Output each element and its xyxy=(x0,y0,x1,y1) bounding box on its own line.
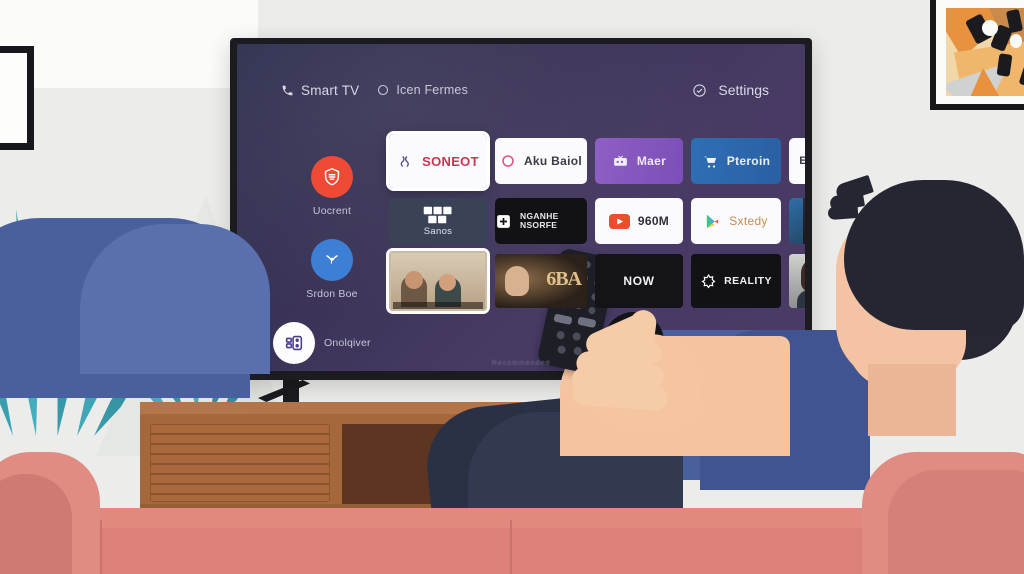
app-tile-soneot[interactable]: SONEOT Seeting xyxy=(386,131,490,191)
app-tile-pteroin[interactable]: Pteroin xyxy=(691,138,781,184)
app-label-pteroin: Pteroin xyxy=(726,154,771,168)
sidebar-label-srdon-boe: Srdon Boe xyxy=(306,288,358,300)
apps-row: SONEOT Seeting Aku Baiol xyxy=(386,131,805,191)
app-tile-thumbnail[interactable] xyxy=(789,198,805,244)
app-tile-sxtedy[interactable]: Sxtedy xyxy=(691,198,781,244)
topbar-label-smart-tv: Smart TV xyxy=(301,82,360,98)
topbar-item-icen-fermes[interactable]: Icen Fermes xyxy=(377,83,468,97)
play-rect-icon xyxy=(608,213,630,229)
television[interactable]: Smart TV Icen Fermes Settings Uocrent Sr… xyxy=(230,38,812,380)
sofa-arm-right-inner xyxy=(888,470,1024,574)
topbar-item-smart-tv[interactable]: Smart TV xyxy=(281,83,359,98)
tv-sidebar-rail: Uocrent Srdon Boe Onolqiver xyxy=(273,156,391,371)
content-tile-woman[interactable] xyxy=(789,254,805,308)
app-label-sxtedy: Sxtedy xyxy=(729,214,768,228)
shield-icon xyxy=(311,156,353,198)
monogram-icon xyxy=(397,153,414,170)
store-row: Sanos NGANHE NSORFE 960M Sxtedy xyxy=(389,198,805,244)
topbar-left-group: Smart TV Icen Fermes xyxy=(281,83,468,98)
content-label-6ba: 6BA xyxy=(546,268,582,290)
sidebar-item-srdon-boe[interactable]: Srdon Boe xyxy=(273,239,391,300)
tv-stand-neck xyxy=(283,378,299,402)
app-tile-aku-baiol[interactable]: Aku Baiol xyxy=(495,138,587,184)
tv-content-rows: SONEOT Seeting Aku Baiol xyxy=(386,131,805,321)
hair-front xyxy=(844,180,1024,330)
abstract-art-icon xyxy=(946,8,1024,96)
app-label-aku-baiol: Aku Baiol xyxy=(523,154,583,168)
app-label-nganhe: NGANHE NSORFE xyxy=(520,210,559,230)
tv-screen[interactable]: Smart TV Icen Fermes Settings Uocrent Sr… xyxy=(237,44,805,371)
content-tile-reality[interactable]: REALITY xyxy=(691,254,781,308)
app-tile-eove[interactable]: Eove xyxy=(789,138,805,184)
content-tile-two-men[interactable] xyxy=(386,248,490,314)
app-tile-maer[interactable]: Maer xyxy=(595,138,683,184)
wall-highlight xyxy=(0,0,258,88)
app-tile-sanos[interactable]: Sanos xyxy=(389,198,487,244)
app-label-maer: Maer xyxy=(636,154,667,168)
app-label-sanos: Sanos xyxy=(423,225,453,237)
tv-topbar: Smart TV Icen Fermes Settings xyxy=(281,78,769,102)
apps-grid-icon xyxy=(273,322,315,364)
tiles-icon xyxy=(423,206,453,224)
sidebar-label-uocrent: Uocrent xyxy=(312,205,352,217)
thumbnail-icon xyxy=(803,198,805,244)
person-head xyxy=(820,174,1024,436)
frame-mat xyxy=(0,53,27,143)
sidebar-item-onolqiver[interactable]: Onolqiver xyxy=(273,322,391,364)
sofa-cushion-divider xyxy=(100,520,102,574)
frame-mat xyxy=(936,0,1024,104)
content-row: 6BA NOW REALITY xyxy=(386,248,805,314)
console-louver-door[interactable] xyxy=(150,424,330,502)
smart-tv-home-ui: Smart TV Icen Fermes Settings Uocrent Sr… xyxy=(237,44,805,371)
wall-frame-left xyxy=(0,46,34,150)
wall-frame-right xyxy=(930,0,1024,110)
content-label-now: NOW xyxy=(623,274,655,288)
star-burst-icon xyxy=(700,273,717,290)
app-tile-nganhe[interactable]: NGANHE NSORFE xyxy=(495,198,587,244)
app-label-soneot: SONEOT xyxy=(422,153,479,169)
sidebar-label-onolqiver: Onolqiver xyxy=(324,337,371,349)
tv-footer-text: Recommended xyxy=(491,360,551,367)
sidebar-item-uocrent[interactable]: Uocrent xyxy=(273,156,391,217)
topbar-label-icen-fermes: Icen Fermes xyxy=(396,83,469,97)
content-label-reality: REALITY xyxy=(724,275,772,287)
phone-icon xyxy=(281,84,294,97)
neck xyxy=(868,364,956,436)
plus-box-icon xyxy=(495,213,512,230)
circle-icon xyxy=(377,84,389,96)
topbar-label-settings: Settings xyxy=(718,82,769,98)
app-tile-960m[interactable]: 960M xyxy=(595,198,683,244)
living-room-scene: Smart TV Icen Fermes Settings Uocrent Sr… xyxy=(0,0,1024,574)
content-tile-6ba[interactable]: 6BA xyxy=(495,254,587,308)
hair-tuft xyxy=(827,204,859,221)
ring-icon xyxy=(500,153,516,169)
cart-icon xyxy=(702,153,719,170)
topbar-settings[interactable]: Settings xyxy=(692,82,769,98)
app-label-960m: 960M xyxy=(637,214,670,228)
content-tile-now[interactable]: NOW xyxy=(595,254,683,308)
sofa-cushion-divider xyxy=(510,520,512,574)
cast-icon xyxy=(311,239,353,281)
play-store-icon xyxy=(704,213,721,230)
app-label-eove: Eove xyxy=(799,155,805,167)
check-circle-icon xyxy=(692,83,707,98)
tv-icon xyxy=(612,153,629,170)
sofa-arm-left-inner xyxy=(0,474,72,574)
